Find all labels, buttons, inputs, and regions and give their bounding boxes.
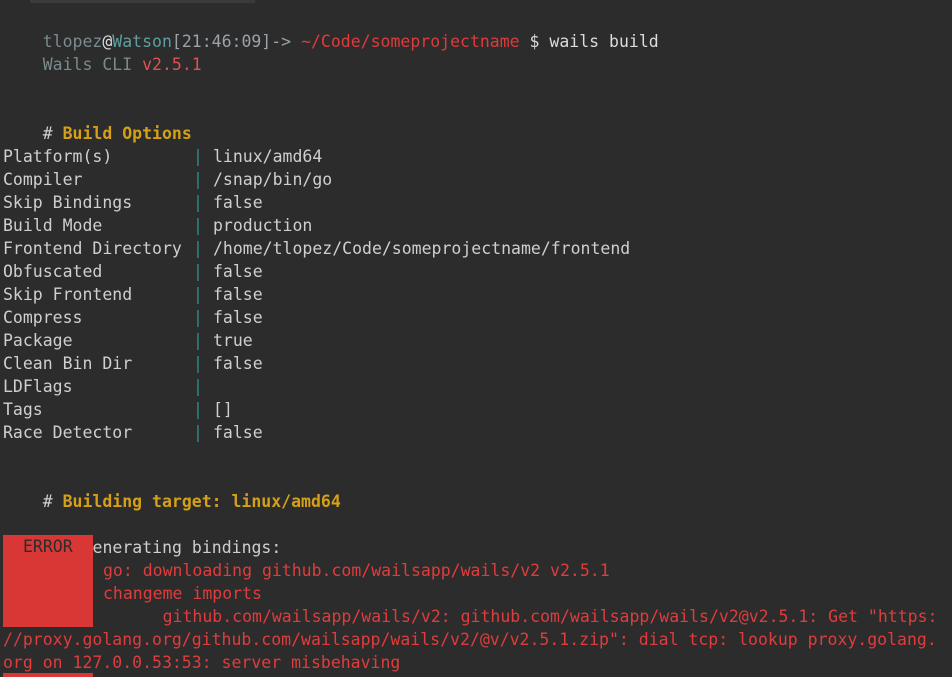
- step-line: • Generating bindings:: [23, 513, 282, 557]
- option-key: Frontend Directory: [3, 239, 182, 258]
- option-separator: |: [193, 377, 203, 396]
- option-value: false: [213, 423, 263, 442]
- tab-strip: [30, 0, 255, 3]
- building-target-heading: # Building target: linux/amd64: [3, 467, 341, 511]
- option-row: Obfuscated | false: [3, 260, 263, 283]
- error-badge-next: [3, 673, 93, 677]
- cli-name: Wails CLI: [42, 55, 133, 74]
- option-separator: |: [193, 308, 203, 327]
- option-key: Clean Bin Dir: [3, 354, 133, 373]
- heading-text: Building target: linux/amd64: [62, 492, 341, 511]
- option-key: Race Detector: [3, 423, 133, 442]
- option-separator: |: [193, 193, 203, 212]
- option-row: Race Detector | false: [3, 421, 263, 444]
- option-row: Skip Bindings | false: [3, 191, 263, 214]
- error-message-line: org on 127.0.0.53:53: server misbehaving: [3, 653, 401, 672]
- option-value: production: [213, 216, 313, 235]
- option-value: []: [213, 400, 233, 419]
- option-value: /home/tlopez/Code/someprojectname/fronte…: [213, 239, 631, 258]
- option-separator: |: [193, 423, 203, 442]
- option-value: false: [213, 285, 263, 304]
- option-row: Build Mode | production: [3, 214, 312, 237]
- option-separator: |: [193, 170, 203, 189]
- option-key: Skip Bindings: [3, 193, 133, 212]
- option-separator: |: [193, 147, 203, 166]
- option-key: Compress: [3, 308, 83, 327]
- option-row: Skip Frontend | false: [3, 283, 263, 306]
- heading-hash: #: [42, 492, 53, 511]
- prompt-line: tlopez@Watson[21:46:09]-> ~/Code/somepro…: [3, 7, 659, 51]
- error-label: ERROR: [23, 537, 73, 556]
- option-key: LDFlags: [3, 377, 73, 396]
- option-row: Package | true: [3, 329, 253, 352]
- heading-hash: #: [42, 124, 53, 143]
- option-separator: |: [193, 285, 203, 304]
- prompt-cwd: ~/Code/someprojectname: [301, 32, 520, 51]
- option-value: false: [213, 354, 263, 373]
- option-key: Compiler: [3, 170, 83, 189]
- option-row: Compiler | /snap/bin/go: [3, 168, 332, 191]
- error-message-line: changeme imports: [103, 584, 262, 603]
- option-value: /snap/bin/go: [213, 170, 333, 189]
- option-separator: |: [193, 400, 203, 419]
- step-label: Generating bindings:: [82, 538, 282, 557]
- error-message-line: go: downloading github.com/wailsapp/wail…: [103, 561, 610, 580]
- option-value: false: [213, 262, 263, 281]
- option-separator: |: [193, 354, 203, 373]
- prompt-arrow: ->: [271, 32, 292, 51]
- option-key: Skip Frontend: [3, 285, 133, 304]
- error-message-line: github.com/wailsapp/wails/v2: github.com…: [103, 607, 938, 626]
- cli-version-line: Wails CLI v2.5.1: [3, 30, 202, 74]
- heading-text: Build Options: [62, 124, 192, 143]
- terminal-window[interactable]: tlopez@Watson[21:46:09]-> ~/Code/somepro…: [0, 0, 952, 677]
- option-separator: |: [193, 216, 203, 235]
- option-key: Tags: [3, 400, 43, 419]
- option-value: true: [213, 331, 253, 350]
- command-text: wails build: [549, 32, 659, 51]
- option-row: Platform(s) | linux/amd64: [3, 145, 322, 168]
- option-key: Package: [3, 331, 73, 350]
- option-row: Tags | []: [3, 398, 233, 421]
- build-options-heading: # Build Options: [3, 99, 192, 143]
- option-row: Clean Bin Dir | false: [3, 352, 263, 375]
- option-key: Obfuscated: [3, 262, 103, 281]
- error-message-line: //proxy.golang.org/github.com/wailsapp/w…: [3, 630, 937, 649]
- option-row: Compress | false: [3, 306, 263, 329]
- option-row: LDFlags |: [3, 375, 213, 398]
- cli-version: v2.5.1: [142, 55, 202, 74]
- option-key: Platform(s): [3, 147, 113, 166]
- prompt-dollar: $: [529, 32, 540, 51]
- option-separator: |: [193, 239, 203, 258]
- option-row: Frontend Directory | /home/tlopez/Code/som…: [3, 237, 630, 260]
- option-value: linux/amd64: [213, 147, 323, 166]
- option-value: false: [213, 193, 263, 212]
- option-key: Build Mode: [3, 216, 103, 235]
- option-separator: |: [193, 262, 203, 281]
- option-separator: |: [193, 331, 203, 350]
- option-value: false: [213, 308, 263, 327]
